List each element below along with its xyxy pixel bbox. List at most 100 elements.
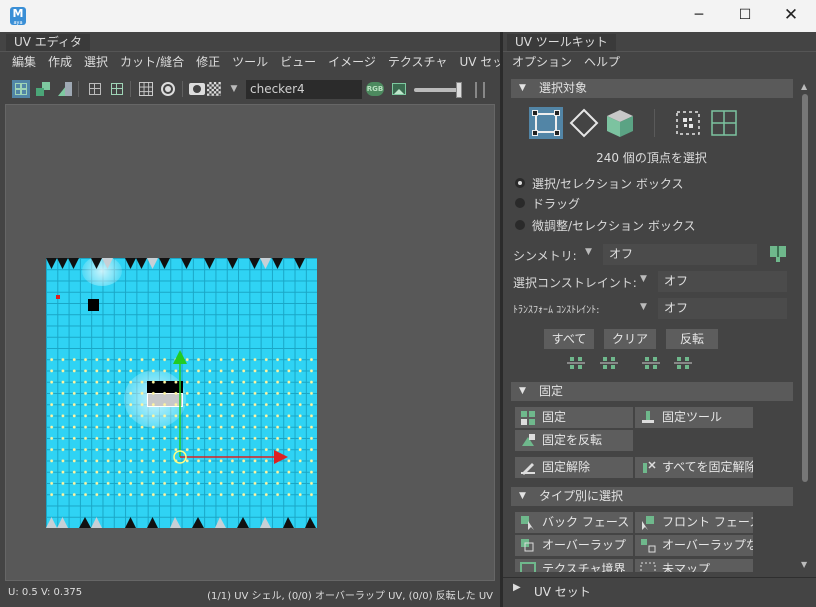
radio-tweak-box[interactable] xyxy=(515,220,525,230)
texture-border-button[interactable]: テクスチャ境界 xyxy=(515,559,633,572)
section-selection-title: 選択対象 xyxy=(539,81,588,95)
uv-shell-stack-icon[interactable] xyxy=(34,80,52,98)
tab-uv-editor[interactable]: UV エディタ xyxy=(6,34,90,51)
shaded-uv-icon[interactable] xyxy=(108,80,126,98)
symmetry-map-icon[interactable] xyxy=(769,245,787,263)
invert-pin-icon xyxy=(522,434,535,446)
menu-modify[interactable]: 修正 xyxy=(190,52,226,72)
invert-pin-button[interactable]: 固定を反転 xyxy=(515,430,633,451)
unpin-button[interactable]: 固定解除 xyxy=(515,457,633,478)
overlap-button[interactable]: オーバーラップ xyxy=(515,535,633,556)
menu-edit[interactable]: 編集 xyxy=(6,52,42,72)
pin-button-label: 固定 xyxy=(542,410,567,424)
uv-shell-grid-icon[interactable] xyxy=(12,80,30,98)
section-select-by-type[interactable]: ▼ タイプ別に選択 xyxy=(511,487,793,506)
menu-view[interactable]: ビュー xyxy=(274,52,322,72)
scroll-up-icon[interactable]: ▲ xyxy=(801,82,807,91)
menu-create[interactable]: 作成 xyxy=(42,52,78,72)
non-overlap-icon xyxy=(641,539,656,553)
pin-tool-button[interactable]: 固定ツール xyxy=(635,407,753,428)
menu-options[interactable]: オプション xyxy=(506,52,578,72)
scrollbar-thumb[interactable] xyxy=(802,94,808,482)
section-uv-sets-title[interactable]: UV セット xyxy=(534,583,591,600)
image-icon[interactable] xyxy=(390,80,408,98)
collapse-arrow-icon[interactable]: ▶ xyxy=(513,582,521,593)
front-face-button[interactable]: フロント フェース xyxy=(635,512,753,533)
uv-viewport[interactable] xyxy=(5,104,495,581)
clear-button[interactable]: クリア xyxy=(604,329,656,349)
select-all-button[interactable]: すべて xyxy=(544,329,594,349)
symmetry-dropdown[interactable]: オフ xyxy=(603,244,757,265)
edge-mode-icon[interactable] xyxy=(567,107,601,139)
back-face-button-label: バック フェース xyxy=(542,515,630,529)
grid-toggle-icon[interactable] xyxy=(137,80,155,98)
transform-constraint-dropdown[interactable]: オフ xyxy=(658,298,787,319)
texture-border-button-label: テクスチャ境界 xyxy=(542,562,626,572)
menu-tools[interactable]: ツール xyxy=(226,52,274,72)
window-titlebar: Maya ─ ☐ ✕ xyxy=(0,0,816,32)
radio-select-box[interactable] xyxy=(515,178,525,188)
uv-shell-flip-icon[interactable] xyxy=(56,80,74,98)
toolbar-overflow-icon[interactable] xyxy=(472,80,490,98)
uv-editor-panel: UV エディタ 編集 作成 選択 カット/縫合 修正 ツール ビュー イメージ … xyxy=(0,32,516,607)
chevron-down-icon[interactable]: ▼ xyxy=(585,247,592,257)
maya-app-icon: Maya xyxy=(10,7,26,26)
tab-uv-toolkit[interactable]: UV ツールキット xyxy=(507,34,616,51)
rgb-channel-icon[interactable]: RGB xyxy=(366,80,384,98)
menu-help[interactable]: ヘルプ xyxy=(578,52,626,72)
menu-textures[interactable]: テクスチャ xyxy=(382,52,454,72)
invert-button[interactable]: 反転 xyxy=(666,329,718,349)
unpin-all-icon xyxy=(643,461,656,473)
front-face-button-label: フロント フェース xyxy=(662,515,753,529)
vertex-mode-button[interactable] xyxy=(529,107,563,139)
menu-select[interactable]: 選択 xyxy=(78,52,114,72)
collapse-arrow-icon: ▼ xyxy=(519,83,526,93)
non-overlap-button-label: オーバーラップなし xyxy=(662,538,753,552)
uv-shell-mode-icon[interactable] xyxy=(709,107,739,139)
chevron-down-icon[interactable]: ▼ xyxy=(640,302,647,312)
unpin-all-button[interactable]: すべてを固定解除 xyxy=(635,457,753,478)
collapse-arrow-icon: ▼ xyxy=(519,386,526,396)
close-button[interactable]: ✕ xyxy=(768,0,814,32)
unmapped-button-label: 未マップ xyxy=(662,562,711,572)
toolkit-scrollbar[interactable]: ▲ ▼ xyxy=(800,82,810,582)
constraint-dropdown[interactable]: オフ xyxy=(658,271,787,292)
pin-tool-button-label: 固定ツール xyxy=(662,410,723,424)
unpin-icon xyxy=(521,463,535,475)
uv-status-bar: U: 0.5 V: 0.375 (1/1) UV シェル, (0/0) オーバー… xyxy=(5,582,495,604)
rgb-label: RGB xyxy=(366,82,384,96)
checker-icon[interactable] xyxy=(205,80,223,98)
maximize-button[interactable]: ☐ xyxy=(722,0,768,32)
uv-editor-toolbar: ▼ checker4 RGB xyxy=(6,78,494,102)
menu-image[interactable]: イメージ xyxy=(322,52,382,72)
v-axis-arrow-icon xyxy=(173,350,187,364)
back-face-button[interactable]: バック フェース xyxy=(515,512,633,533)
image-display-icon[interactable] xyxy=(188,80,206,98)
u-axis-arrow-icon xyxy=(274,450,288,464)
uv-mode-icon[interactable] xyxy=(673,107,703,139)
scroll-down-icon[interactable]: ▼ xyxy=(801,560,807,569)
transform-constraint-label: ﾄﾗﾝｽﾌｫｰﾑ ｺﾝｽﾄﾚｲﾝﾄ: xyxy=(513,305,600,316)
section-pin[interactable]: ▼ 固定 xyxy=(511,382,793,401)
grow-shrink-icons[interactable] xyxy=(567,355,717,371)
non-overlap-button[interactable]: オーバーラップなし xyxy=(635,535,753,556)
exposure-slider-handle[interactable] xyxy=(456,82,462,98)
snap-pivot-icon[interactable] xyxy=(159,80,177,98)
radio-drag[interactable] xyxy=(515,198,525,208)
chevron-down-icon[interactable]: ▼ xyxy=(225,80,243,98)
grid-display-icon[interactable] xyxy=(86,80,104,98)
move-manipulator[interactable] xyxy=(6,105,496,582)
unmapped-button[interactable]: 未マップ xyxy=(635,559,753,572)
menu-cut-sew[interactable]: カット/縫合 xyxy=(114,52,190,72)
collapse-arrow-icon: ▼ xyxy=(519,491,526,501)
chevron-down-icon[interactable]: ▼ xyxy=(640,274,647,284)
section-selection[interactable]: ▼ 選択対象 xyxy=(511,79,793,98)
texture-name-field[interactable]: checker4 xyxy=(246,80,362,99)
exposure-slider-track[interactable] xyxy=(414,88,462,92)
minimize-button[interactable]: ─ xyxy=(676,0,722,32)
face-mode-icon[interactable] xyxy=(603,107,637,139)
pin-icon xyxy=(521,411,535,425)
type-buttons-overflow: テクスチャ境界 未マップ xyxy=(515,559,755,572)
uv-shell-status: (1/1) UV シェル, (0/0) オーバーラップ UV, (0/0) 反転… xyxy=(207,591,493,602)
pin-button[interactable]: 固定 xyxy=(515,407,633,428)
